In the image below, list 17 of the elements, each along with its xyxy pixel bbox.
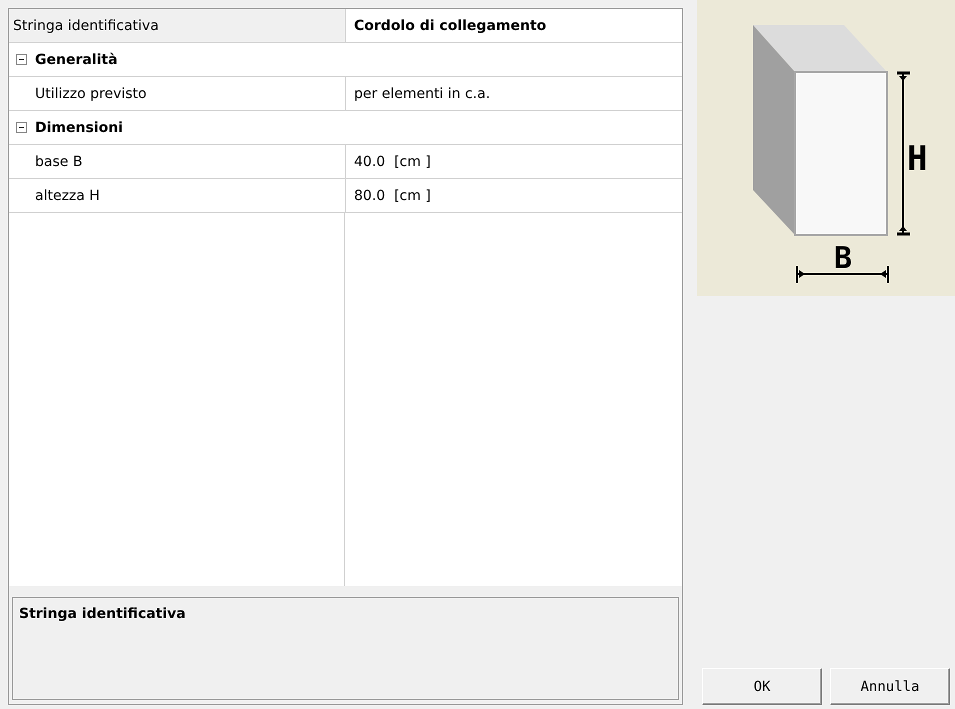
property-label[interactable]: Stringa identificativa [9,9,346,42]
description-title: Stringa identificativa [19,606,186,622]
collapse-icon[interactable] [16,122,26,133]
property-value[interactable]: Cordolo di collegamento [346,9,682,42]
dimension-label: H [907,139,928,179]
cancel-button[interactable]: Annulla [830,668,950,705]
dimension-label: B [834,241,852,276]
ok-button[interactable]: OK [702,668,822,705]
property-value[interactable]: 40.0 [cm ] [346,145,682,178]
collapse-icon[interactable] [16,54,26,65]
property-value[interactable]: per elementi in c.a. [346,77,682,110]
property-label[interactable]: base B [33,145,346,178]
property-label[interactable]: Utilizzo previsto [33,77,346,110]
property-value[interactable]: 80.0 [cm ] [346,179,682,212]
category-label: Dimensioni [34,118,123,138]
category-label: Generalità [34,50,118,70]
property-label[interactable]: altezza H [33,179,346,212]
